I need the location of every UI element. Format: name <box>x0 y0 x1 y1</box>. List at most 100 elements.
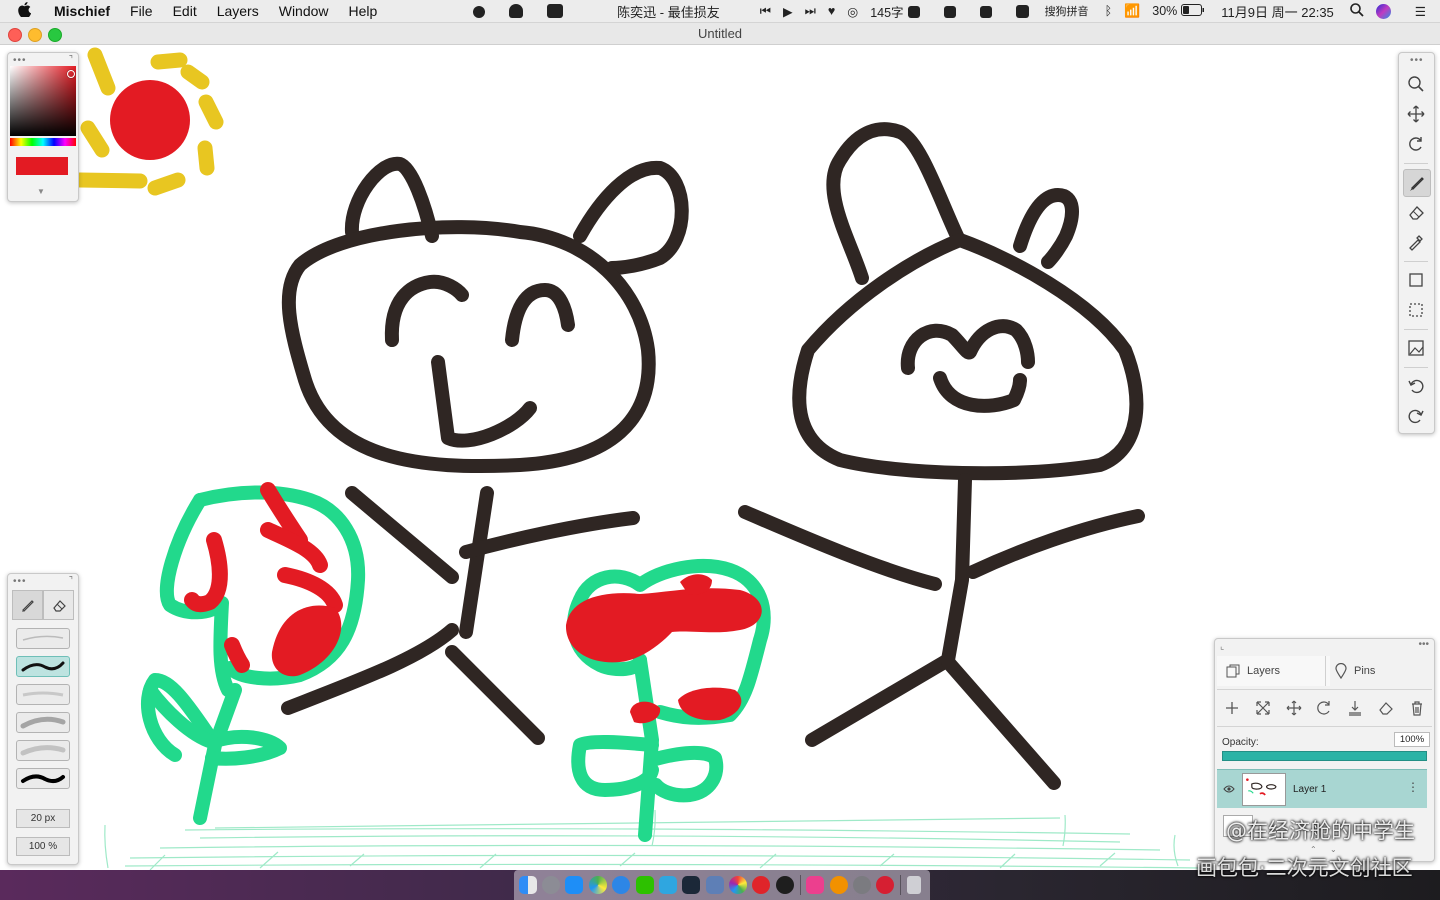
finder-icon[interactable] <box>518 876 537 894</box>
qq-icon[interactable] <box>775 876 794 894</box>
saturation-value-picker[interactable] <box>10 66 76 136</box>
layer-name[interactable]: Layer 1 <box>1293 784 1326 795</box>
play-icon[interactable]: ▶ <box>783 4 793 19</box>
clipboard-icon[interactable] <box>907 4 932 18</box>
desktop-app-icon[interactable] <box>705 876 724 894</box>
panel-collapse-icon[interactable]: ⌞ <box>1220 641 1225 652</box>
brush-icon[interactable] <box>1403 169 1431 197</box>
move-layer-icon[interactable] <box>1283 697 1305 719</box>
shape-icon[interactable] <box>1403 267 1429 293</box>
brush-preset-marker[interactable] <box>16 656 70 677</box>
rotate-icon[interactable] <box>1403 131 1429 157</box>
brush-preset-pencil[interactable] <box>16 628 70 649</box>
spotlight-search-icon[interactable] <box>1349 2 1364 20</box>
panel-grip-icon[interactable]: ••• <box>13 576 27 587</box>
brush-preset-ink[interactable] <box>16 768 70 789</box>
steam-icon[interactable] <box>682 876 701 894</box>
red-app-icon[interactable] <box>876 876 895 894</box>
eraser-icon <box>52 600 66 612</box>
panel-grip-icon[interactable]: ••• <box>1418 639 1429 650</box>
input-method-text[interactable]: 搜狗拼音 <box>1045 3 1089 19</box>
pan-icon[interactable] <box>1403 101 1429 127</box>
clear-layer-icon[interactable] <box>1375 697 1397 719</box>
eraser-tab[interactable] <box>43 590 74 620</box>
next-track-icon[interactable]: ⏭ <box>805 4 816 19</box>
opacity-slider[interactable] <box>1222 751 1427 761</box>
hue-slider[interactable] <box>10 138 76 146</box>
window-title-bar: Untitled <box>0 23 1440 45</box>
netease-music-icon[interactable] <box>752 876 771 894</box>
current-color-swatch[interactable] <box>16 157 68 175</box>
delete-layer-icon[interactable] <box>1406 697 1428 719</box>
layer-row[interactable]: Layer 1 ⋮ <box>1217 769 1427 808</box>
rotate-layer-icon[interactable] <box>1313 697 1335 719</box>
wechat-icon[interactable] <box>635 876 654 894</box>
panel-grip-icon[interactable]: ••• <box>13 55 27 66</box>
menu-edit[interactable]: Edit <box>173 3 197 19</box>
menu-layers[interactable]: Layers <box>217 3 259 19</box>
qq-icon[interactable] <box>509 4 535 19</box>
panel-grip-icon[interactable]: ••• <box>1410 55 1424 66</box>
now-playing-text[interactable]: 陈奕迅 - 最佳损友 <box>617 2 720 21</box>
music-app-icon[interactable]: ◎ <box>847 4 858 19</box>
brush-preset-soft-light[interactable] <box>16 684 70 705</box>
brush-opacity-field[interactable]: 100 % <box>16 837 70 856</box>
chevron-down-icon[interactable]: ▼ <box>37 187 45 196</box>
zoom-icon[interactable] <box>1403 71 1429 97</box>
word-count-text[interactable]: 145字 <box>870 2 903 21</box>
menu-file[interactable]: File <box>130 3 153 19</box>
eraser-icon[interactable] <box>1403 199 1429 225</box>
app-store-icon[interactable] <box>565 876 584 894</box>
color-app-icon[interactable] <box>729 876 748 894</box>
fit-layer-icon[interactable] <box>1252 697 1274 719</box>
redo-icon[interactable] <box>1403 403 1429 429</box>
minimize-window-button[interactable] <box>28 28 42 42</box>
launchpad-icon[interactable] <box>542 876 561 894</box>
orange-app-icon[interactable] <box>829 876 848 894</box>
app-name-menu[interactable]: Mischief <box>54 3 110 19</box>
selection-icon[interactable] <box>1403 297 1429 323</box>
more-options-icon[interactable]: ⋮ <box>1407 780 1419 794</box>
trash-icon[interactable] <box>906 876 921 894</box>
notification-center-icon[interactable]: ☰ <box>1415 4 1426 19</box>
close-window-button[interactable] <box>8 28 22 42</box>
safari-icon[interactable] <box>612 876 631 894</box>
sogou-icon[interactable] <box>1015 4 1041 19</box>
battery-text[interactable]: 30% <box>1152 4 1177 18</box>
brush-tab[interactable] <box>12 590 43 620</box>
system-preferences-icon[interactable] <box>852 876 871 894</box>
maximize-window-button[interactable] <box>48 28 62 42</box>
siri-icon[interactable] <box>1375 3 1403 19</box>
menu-help[interactable]: Help <box>349 3 378 19</box>
eyedropper-icon[interactable] <box>1403 229 1429 255</box>
wifi-icon[interactable]: 📶 <box>1124 3 1140 19</box>
heart-icon[interactable]: ♥ <box>828 4 835 18</box>
chrome-like-icon[interactable] <box>588 876 607 894</box>
tab-layers[interactable]: Layers <box>1217 656 1330 686</box>
microphone-icon[interactable] <box>943 4 968 18</box>
apple-menu-icon[interactable] <box>18 1 40 21</box>
menu-window[interactable]: Window <box>279 3 329 19</box>
telegram-icon[interactable] <box>658 876 677 894</box>
panel-collapse-icon[interactable]: ⌝ <box>69 575 73 586</box>
brush-preset-soft-medium[interactable] <box>16 740 70 761</box>
input-zh-icon[interactable] <box>979 4 1004 18</box>
opacity-value-field[interactable]: 100% <box>1394 732 1430 747</box>
mischief-app-icon[interactable] <box>806 876 825 894</box>
battery-icon[interactable] <box>1181 3 1205 19</box>
image-icon[interactable] <box>1403 335 1429 361</box>
status-app-icon[interactable] <box>473 4 497 18</box>
tab-pins[interactable]: Pins <box>1325 656 1439 686</box>
eye-visibility-icon[interactable] <box>1223 782 1235 797</box>
previous-track-icon[interactable]: ⏮ <box>760 4 771 19</box>
merge-down-icon[interactable] <box>1344 697 1366 719</box>
bluetooth-icon[interactable]: ᛒ <box>1105 4 1113 18</box>
datetime-text[interactable]: 11月9日 周一 22:35 <box>1221 2 1333 21</box>
color-picker-knob[interactable] <box>67 70 75 78</box>
panel-collapse-icon[interactable]: ⌝ <box>69 54 73 65</box>
brush-preset-airbrush[interactable] <box>16 712 70 733</box>
add-layer-icon[interactable] <box>1221 697 1243 719</box>
undo-icon[interactable] <box>1403 373 1429 399</box>
notification-icon[interactable] <box>547 4 575 19</box>
brush-size-field[interactable]: 20 px <box>16 809 70 828</box>
